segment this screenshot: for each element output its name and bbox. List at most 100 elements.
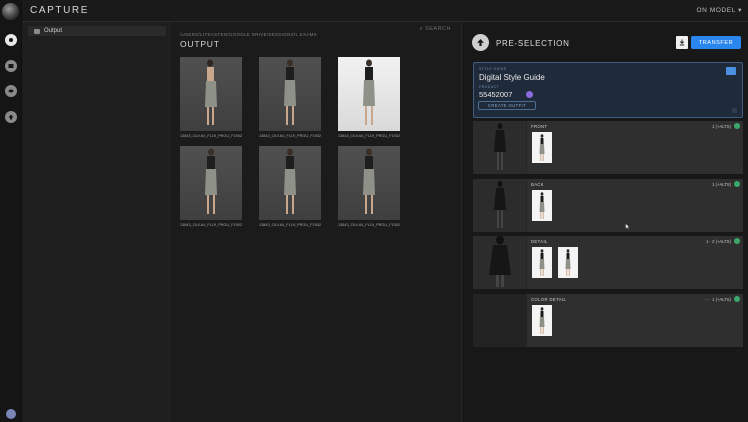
- capture-nav-icon[interactable]: [5, 34, 17, 46]
- shot-row-detail[interactable]: DETAIL 1 - 2 (+ALTS): [473, 236, 743, 289]
- gallery-thumbnail[interactable]: 13843_OLV-64_FL19_PRGU_F19021-W...: [180, 57, 242, 138]
- model-figure: [539, 192, 545, 219]
- check-icon: [734, 181, 740, 187]
- reference-image: [473, 236, 526, 289]
- user-avatar[interactable]: [6, 409, 16, 419]
- model-photo: [338, 57, 400, 131]
- model-figure: [205, 148, 217, 214]
- model-figure: [363, 148, 375, 214]
- selected-thumbnail[interactable]: [532, 305, 552, 336]
- shot-count: 1 (+ALTS): [712, 182, 731, 187]
- gallery-thumbnail[interactable]: 13843_OLV-64_FL19_PRGU_F19021-W...: [338, 146, 400, 227]
- model-figure: [205, 59, 217, 125]
- arrow-up-icon[interactable]: [472, 34, 489, 51]
- upload-nav-icon[interactable]: [5, 111, 17, 123]
- nav-rail: [0, 0, 22, 422]
- mode-dropdown[interactable]: ON MODEL ▾: [696, 6, 742, 14]
- thumbnail-caption: 13843_OLV-64_FL19_PRGU_F19021-W...: [338, 223, 400, 227]
- model-figure: [565, 249, 571, 276]
- breadcrumb-path: /USERS/LITEASTEN/GOOGLE DRIVE/SESSIONS/L…: [180, 32, 317, 37]
- reference-image: [473, 121, 526, 174]
- thumbnail-caption: 13843_OLV-64_FL19_PRGU_F19021-W...: [180, 223, 242, 227]
- shot-label: DETAIL: [531, 239, 548, 244]
- shot-row-front[interactable]: FRONT 1 (+ALTS): [473, 121, 743, 174]
- shot-body: COLOR DETAIL ... 1 (+ALTS): [527, 294, 743, 347]
- mouse-cursor-icon: [625, 223, 630, 230]
- selected-thumbnail[interactable]: [532, 190, 552, 221]
- model-figure: [363, 59, 375, 125]
- style-guide-value: Digital Style Guide: [479, 73, 545, 82]
- output-gallery: ⌕ SEARCH /USERS/LITEASTEN/GOOGLE DRIVE/S…: [170, 22, 461, 422]
- search-button[interactable]: ⌕ SEARCH: [419, 26, 451, 33]
- gallery-thumbnail[interactable]: 13843_OLV-64_FL19_PRGU_F19021-W...: [259, 146, 321, 227]
- reference-figure: [488, 236, 511, 287]
- selected-thumbnail[interactable]: [558, 247, 578, 278]
- style-guide-card[interactable]: STYLE GUIDE Digital Style Guide PRODUCT …: [473, 62, 743, 118]
- folder-icon: [34, 28, 40, 34]
- search-label: SEARCH: [425, 26, 451, 32]
- model-figure: [284, 148, 296, 214]
- mode-label: ON MODEL: [696, 7, 736, 14]
- selected-thumbnail[interactable]: [532, 247, 552, 278]
- model-photo: [259, 57, 321, 131]
- transfer-button[interactable]: TRANSFER: [691, 36, 741, 49]
- shot-body: FRONT 1 (+ALTS): [527, 121, 743, 174]
- thumbnail-caption: 13843_OLV-64_FL19_PRGU_F19021-W...: [180, 134, 242, 138]
- check-icon: [734, 238, 740, 244]
- gallery-thumbnail[interactable]: 13843_OLV-64_FL19_PRGU_F19021-W...: [259, 57, 321, 138]
- thumbnail-caption: 13843_OLV-64_FL19_PRGU_F19021-W...: [259, 223, 321, 227]
- shot-count: 1 (+ALTS): [712, 297, 731, 302]
- reference-figure: [493, 123, 506, 170]
- style-guide-label: STYLE GUIDE: [479, 67, 507, 71]
- reference-figure: [493, 181, 506, 228]
- product-badge-icon: [526, 91, 533, 98]
- model-photo: [180, 57, 242, 131]
- shot-row-color-detail[interactable]: COLOR DETAIL ... 1 (+ALTS): [473, 294, 743, 347]
- product-label: PRODUCT: [479, 85, 500, 89]
- product-value: 55452007: [479, 90, 513, 99]
- shot-label: FRONT: [531, 124, 548, 129]
- check-icon: [734, 123, 740, 129]
- gallery-thumbnail[interactable]: 13843_OLV-64_FL19_PRGU_F19021-W...: [338, 57, 400, 138]
- thumbnail-caption: 13843_OLV-64_FL19_PRGU_F19021-W...: [338, 134, 400, 138]
- chevron-down-icon: ▾: [738, 7, 742, 14]
- expand-icon[interactable]: [732, 108, 737, 113]
- shot-row-back[interactable]: BACK 1 (+ALTS): [473, 179, 743, 232]
- shot-body: BACK 1 (+ALTS): [527, 179, 743, 232]
- gallery-heading: OUTPUT: [180, 39, 220, 49]
- reference-image: [473, 179, 526, 232]
- model-figure: [284, 59, 296, 125]
- model-photo: [180, 146, 242, 220]
- check-icon: [734, 296, 740, 302]
- app-logo: [2, 3, 19, 20]
- preselection-panel: PRE-SELECTION TRANSFER STYLE GUIDE Digit…: [461, 22, 748, 422]
- shot-count: 1 - 2 (+ALTS): [706, 239, 731, 244]
- model-figure: [539, 249, 545, 276]
- model-photo: [259, 146, 321, 220]
- download-icon: [679, 39, 685, 46]
- model-photo: [338, 146, 400, 220]
- folder-label: Output: [44, 28, 63, 34]
- camera-icon[interactable]: [726, 67, 736, 75]
- top-bar: CAPTURE ON MODEL ▾: [22, 0, 748, 22]
- gallery-thumbnail[interactable]: 13843_OLV-64_FL19_PRGU_F19021-W...: [180, 146, 242, 227]
- shot-body: DETAIL 1 - 2 (+ALTS): [527, 236, 743, 289]
- shot-label: COLOR DETAIL: [531, 297, 567, 302]
- shot-count: 1 (+ALTS): [712, 124, 731, 129]
- model-figure: [539, 307, 545, 334]
- selected-thumbnail[interactable]: [532, 132, 552, 163]
- more-icon[interactable]: ...: [705, 296, 709, 302]
- download-button[interactable]: [676, 36, 688, 49]
- app-title: CAPTURE: [30, 5, 89, 16]
- search-icon: ⌕: [419, 26, 424, 32]
- folder-panel: Output: [22, 22, 170, 422]
- model-figure: [539, 134, 545, 161]
- thumbnail-caption: 13843_OLV-64_FL19_PRGU_F19021-W...: [259, 134, 321, 138]
- create-outfit-button[interactable]: CREATE OUTFIT: [478, 101, 536, 110]
- reference-image: [473, 294, 526, 347]
- shot-label: BACK: [531, 182, 545, 187]
- folder-nav-icon[interactable]: [5, 60, 17, 72]
- folder-item-output[interactable]: Output: [28, 26, 166, 36]
- view-nav-icon[interactable]: [5, 85, 17, 97]
- preselection-title: PRE-SELECTION: [496, 39, 570, 48]
